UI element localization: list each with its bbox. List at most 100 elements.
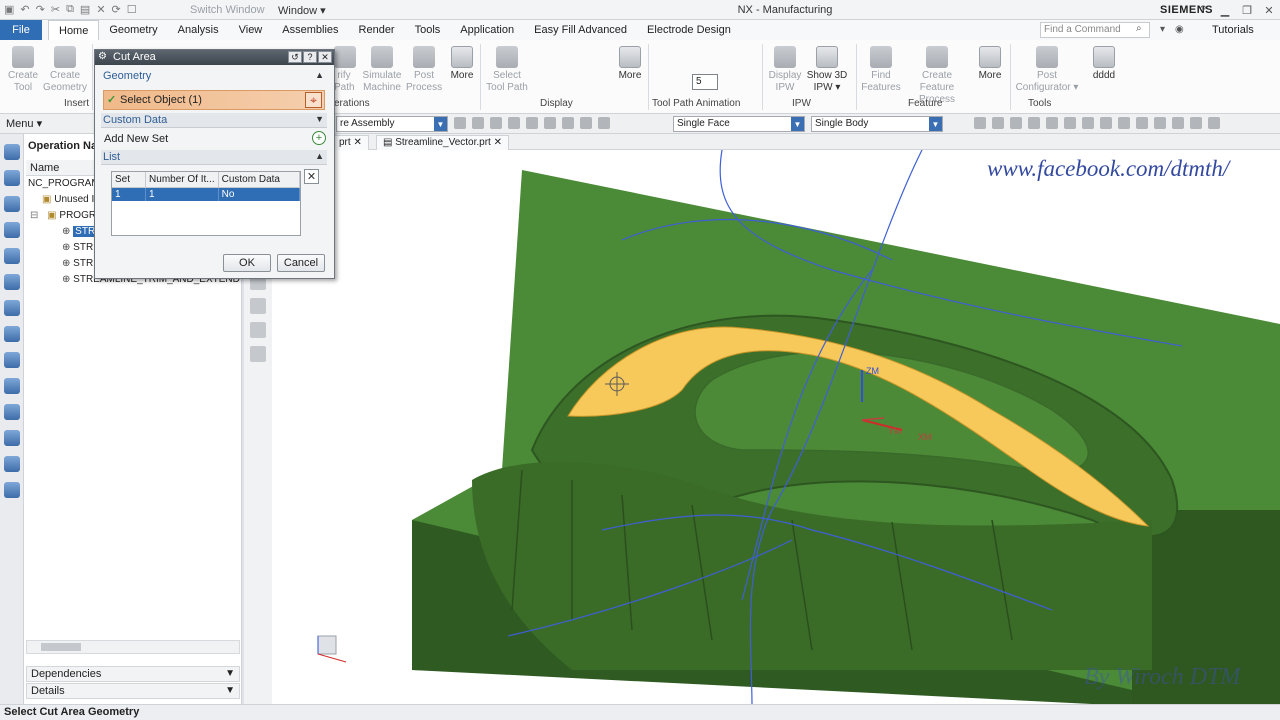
- create-geometry-button[interactable]: Create Geometry: [42, 46, 88, 94]
- dddd-button[interactable]: dddd: [1088, 46, 1120, 82]
- switch-window-button[interactable]: Switch Window: [190, 4, 265, 16]
- more-feature-button[interactable]: More: [976, 46, 1004, 82]
- tab-analysis[interactable]: Analysis: [168, 20, 229, 40]
- history-icon[interactable]: [4, 378, 20, 394]
- collapse-icon[interactable]: ⊟: [30, 210, 38, 221]
- snap-icon[interactable]: [544, 117, 556, 129]
- reuse-library-icon[interactable]: [4, 326, 20, 342]
- tab-application[interactable]: Application: [450, 20, 524, 40]
- custom-data-section-header[interactable]: Custom Data ▼: [101, 113, 327, 128]
- tree-row-operation[interactable]: ⊕ STR: [62, 258, 93, 269]
- gear-icon[interactable]: ⚙: [98, 51, 107, 62]
- system-scenes-icon[interactable]: [4, 456, 20, 472]
- snap-icon[interactable]: [508, 117, 520, 129]
- tab-tools[interactable]: Tools: [405, 20, 451, 40]
- details-panel[interactable]: Details ▼: [26, 683, 240, 699]
- post-configurator-button[interactable]: Post Configurator ▾: [1014, 46, 1080, 94]
- tab-render[interactable]: Render: [349, 20, 405, 40]
- window-menu[interactable]: Window ▾: [278, 4, 326, 17]
- close-icon[interactable]: ✕: [494, 137, 502, 148]
- touch-mode-icon[interactable]: ☐: [127, 3, 137, 16]
- roles-icon[interactable]: [4, 430, 20, 446]
- create-tool-button[interactable]: Create Tool: [6, 46, 40, 94]
- set-list[interactable]: Set Number Of It... Custom Data 1 1 No: [111, 171, 301, 236]
- view-icon[interactable]: [1082, 117, 1094, 129]
- paste-icon[interactable]: ▤: [80, 3, 90, 16]
- tree-row-operation[interactable]: ⊕ STR: [62, 226, 98, 237]
- tab-easy-fill-advanced[interactable]: Easy Fill Advanced: [524, 20, 637, 40]
- web-browser-icon[interactable]: [4, 352, 20, 368]
- tab-home[interactable]: Home: [48, 20, 100, 40]
- view-icon[interactable]: [1046, 117, 1058, 129]
- dialog-title-bar[interactable]: ⚙ Cut Area ↺ ? ✕: [95, 50, 334, 65]
- close-icon[interactable]: ✕: [353, 137, 361, 148]
- palette-icon[interactable]: [4, 404, 20, 420]
- view-icon[interactable]: [1208, 117, 1220, 129]
- display-ipw-button[interactable]: Display IPW: [766, 46, 804, 94]
- copy-icon[interactable]: ⧉: [66, 3, 74, 16]
- select-object-row[interactable]: ✓ Select Object (1) ⌖: [103, 90, 325, 110]
- snap-icon[interactable]: [580, 117, 592, 129]
- view-icon[interactable]: [1190, 117, 1202, 129]
- add-new-set-row[interactable]: Add New Set +: [104, 131, 326, 145]
- add-icon[interactable]: +: [312, 131, 326, 145]
- find-command-input[interactable]: Find a Command: [1040, 22, 1150, 38]
- find-features-button[interactable]: Find Features: [860, 46, 902, 94]
- snap-icon[interactable]: [490, 117, 502, 129]
- machine-tool-icon[interactable]: [4, 170, 20, 186]
- column-header-custom-data[interactable]: Custom Data: [218, 172, 301, 188]
- remove-set-icon[interactable]: ✕: [304, 169, 319, 184]
- view-icon[interactable]: [1064, 117, 1076, 129]
- snap-icon[interactable]: [454, 117, 466, 129]
- graphics-viewport[interactable]: prt ✕ ▤ Streamline_Vector.prt ✕ ZM YM XM…: [272, 134, 1280, 706]
- tree-row-program[interactable]: ⊟ ▣ PROGR: [30, 210, 96, 221]
- show-3d-ipw-button[interactable]: Show 3D IPW ▾: [806, 46, 848, 94]
- horizontal-scrollbar[interactable]: [26, 640, 240, 654]
- more-operations-button[interactable]: More: [448, 46, 476, 82]
- view-icon[interactable]: [1172, 117, 1184, 129]
- mold-model[interactable]: ZM YM XM: [272, 150, 1280, 706]
- view-icon[interactable]: [974, 117, 986, 129]
- close-icon[interactable]: ✕: [318, 51, 332, 63]
- assembly-navigator-icon[interactable]: [4, 274, 20, 290]
- more-display-button[interactable]: More: [616, 46, 644, 82]
- view-icon[interactable]: [1118, 117, 1130, 129]
- close-icon[interactable]: ✕: [1258, 0, 1280, 20]
- body-rule-select[interactable]: Single Body ▼: [811, 116, 943, 132]
- minimize-icon[interactable]: ▁: [1214, 0, 1236, 20]
- dependencies-panel[interactable]: Dependencies ▼: [26, 666, 240, 682]
- delete-icon[interactable]: ✕: [96, 3, 105, 16]
- view-icon[interactable]: [992, 117, 1004, 129]
- create-feature-process-button[interactable]: Create Feature Process: [904, 46, 970, 106]
- file-menu[interactable]: File: [0, 20, 42, 40]
- snap-icon[interactable]: [472, 117, 484, 129]
- view-icon[interactable]: [1100, 117, 1112, 129]
- tree-row-operation[interactable]: ⊕ STR: [62, 242, 93, 253]
- scroll-thumb[interactable]: [41, 643, 81, 651]
- view-icon[interactable]: [1136, 117, 1148, 129]
- geometry-section-header[interactable]: Geometry ▲: [101, 69, 327, 84]
- tool-icon[interactable]: [250, 346, 266, 362]
- part-navigator-icon[interactable]: [4, 300, 20, 316]
- post-process-button[interactable]: Post Process: [406, 46, 442, 94]
- snap-icon[interactable]: [526, 117, 538, 129]
- search-icon[interactable]: ⌕: [1136, 23, 1142, 34]
- undo-icon[interactable]: ↶: [20, 3, 29, 16]
- help-icon[interactable]: ?: [1192, 0, 1214, 20]
- feature-navigator-icon[interactable]: [4, 248, 20, 264]
- verify-path-button[interactable]: rify Path: [334, 46, 356, 94]
- tab-view[interactable]: View: [229, 20, 273, 40]
- list-section-header[interactable]: List ▲: [101, 150, 327, 165]
- column-header-number[interactable]: Number Of It...: [145, 172, 219, 188]
- restore-icon[interactable]: ❐: [1236, 0, 1258, 20]
- repeat-icon[interactable]: ⟳: [112, 3, 121, 16]
- options-icon[interactable]: ▾: [1160, 24, 1165, 35]
- view-icon[interactable]: [1010, 117, 1022, 129]
- globe-icon[interactable]: ◉: [1175, 24, 1184, 35]
- operation-navigator-icon[interactable]: [4, 144, 20, 160]
- process-studio-icon[interactable]: [4, 482, 20, 498]
- tab-electrode-design[interactable]: Electrode Design: [637, 20, 741, 40]
- tree-row-unused[interactable]: ▣ Unused It: [42, 194, 97, 205]
- face-rule-select[interactable]: Single Face ▼: [673, 116, 805, 132]
- tab-assemblies[interactable]: Assemblies: [272, 20, 348, 40]
